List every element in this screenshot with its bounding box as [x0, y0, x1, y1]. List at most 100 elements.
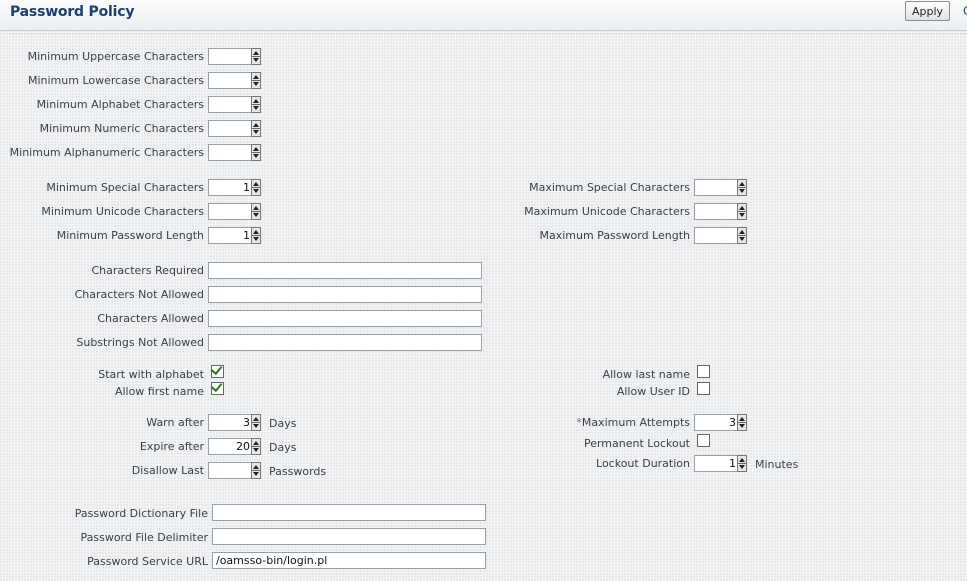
min-lowercase-spinner[interactable]: [208, 72, 262, 89]
spinner-buttons[interactable]: [251, 462, 261, 479]
lockout-duration-label: Lockout Duration: [596, 457, 690, 470]
chars-not-allowed-input[interactable]: [208, 286, 482, 303]
min-length-spinner[interactable]: 1: [208, 227, 262, 244]
header-divider: [10, 33, 967, 34]
spinner-buttons[interactable]: [737, 414, 747, 431]
spin-down-icon[interactable]: [253, 424, 259, 428]
spin-up-icon[interactable]: [253, 147, 259, 151]
max-length-label: Maximum Password Length: [539, 229, 690, 242]
max-unicode-input[interactable]: [694, 203, 740, 220]
disallow-last-spinner[interactable]: [208, 462, 262, 479]
spin-up-icon[interactable]: [739, 458, 745, 462]
spin-down-icon[interactable]: [253, 213, 259, 217]
spin-up-icon[interactable]: [253, 465, 259, 469]
spin-up-icon[interactable]: [739, 230, 745, 234]
spinner-buttons[interactable]: [737, 455, 747, 472]
max-attempts-input[interactable]: 3: [694, 414, 740, 431]
spinner-buttons[interactable]: [251, 96, 261, 113]
max-special-spinner[interactable]: [694, 179, 748, 196]
min-length-input[interactable]: 1: [208, 227, 254, 244]
spinner-buttons[interactable]: [251, 227, 261, 244]
spin-up-icon[interactable]: [739, 182, 745, 186]
warn-after-input[interactable]: 3: [208, 414, 254, 431]
spin-down-icon[interactable]: [739, 237, 745, 241]
checkmark-icon: [210, 379, 223, 393]
spin-up-icon[interactable]: [739, 417, 745, 421]
spin-up-icon[interactable]: [253, 123, 259, 127]
start-with-alphabet-checkbox[interactable]: [210, 362, 224, 378]
spin-up-icon[interactable]: [253, 51, 259, 55]
max-special-input[interactable]: [694, 179, 740, 196]
spin-down-icon[interactable]: [253, 472, 259, 476]
min-alphabet-input[interactable]: [208, 96, 254, 113]
spin-up-icon[interactable]: [739, 206, 745, 210]
spin-down-icon[interactable]: [739, 213, 745, 217]
allow-user-id-checkbox[interactable]: [697, 382, 710, 395]
allow-first-name-checkbox[interactable]: [210, 379, 224, 395]
min-unicode-spinner[interactable]: [208, 203, 262, 220]
spin-up-icon[interactable]: [253, 99, 259, 103]
spin-down-icon[interactable]: [253, 448, 259, 452]
spin-down-icon[interactable]: [253, 189, 259, 193]
spinner-buttons[interactable]: [251, 48, 261, 65]
max-length-spinner[interactable]: [694, 227, 748, 244]
max-unicode-spinner[interactable]: [694, 203, 748, 220]
spin-down-icon[interactable]: [739, 465, 745, 469]
min-special-input[interactable]: 1: [208, 179, 254, 196]
min-numeric-input[interactable]: [208, 120, 254, 137]
lockout-duration-spinner[interactable]: 1: [694, 455, 748, 472]
chars-required-input[interactable]: [208, 262, 482, 279]
min-uppercase-input[interactable]: [208, 48, 254, 65]
spin-up-icon[interactable]: [253, 417, 259, 421]
spin-down-icon[interactable]: [253, 154, 259, 158]
warn-after-spinner[interactable]: 3: [208, 414, 262, 431]
spin-up-icon[interactable]: [253, 441, 259, 445]
service-url-input[interactable]: /oamsso-bin/login.pl: [212, 552, 486, 569]
spin-down-icon[interactable]: [253, 130, 259, 134]
lockout-duration-input[interactable]: 1: [694, 455, 740, 472]
min-special-spinner[interactable]: 1: [208, 179, 262, 196]
spinner-buttons[interactable]: [737, 227, 747, 244]
permanent-lockout-checkbox[interactable]: [697, 434, 710, 447]
allow-last-name-label: Allow last name: [602, 368, 690, 381]
spinner-buttons[interactable]: [737, 179, 747, 196]
spinner-buttons[interactable]: [251, 438, 261, 455]
spinner-buttons[interactable]: [251, 72, 261, 89]
apply-button[interactable]: Apply: [905, 1, 950, 21]
spin-up-icon[interactable]: [253, 75, 259, 79]
spin-up-icon[interactable]: [253, 230, 259, 234]
max-length-input[interactable]: [694, 227, 740, 244]
spin-up-icon[interactable]: [253, 182, 259, 186]
spinner-buttons[interactable]: [737, 203, 747, 220]
min-alphanumeric-input[interactable]: [208, 144, 254, 161]
min-alphanumeric-spinner[interactable]: [208, 144, 262, 161]
expire-after-input[interactable]: 20: [208, 438, 254, 455]
spinner-buttons[interactable]: [251, 144, 261, 161]
spin-down-icon[interactable]: [739, 189, 745, 193]
spin-down-icon[interactable]: [739, 424, 745, 428]
spinner-buttons[interactable]: [251, 203, 261, 220]
allow-last-name-checkbox[interactable]: [697, 365, 710, 378]
permanent-lockout-label: Permanent Lockout: [583, 437, 690, 450]
dictionary-file-input[interactable]: [212, 504, 486, 521]
min-unicode-input[interactable]: [208, 203, 254, 220]
spinner-buttons[interactable]: [251, 179, 261, 196]
min-numeric-spinner[interactable]: [208, 120, 262, 137]
min-lowercase-input[interactable]: [208, 72, 254, 89]
spinner-buttons[interactable]: [251, 414, 261, 431]
file-delimiter-label: Password File Delimiter: [80, 531, 208, 544]
spin-up-icon[interactable]: [253, 206, 259, 210]
expire-after-spinner[interactable]: 20: [208, 438, 262, 455]
substrings-not-allowed-input[interactable]: [208, 334, 482, 351]
min-uppercase-spinner[interactable]: [208, 48, 262, 65]
spin-down-icon[interactable]: [253, 237, 259, 241]
spinner-buttons[interactable]: [251, 120, 261, 137]
spin-down-icon[interactable]: [253, 58, 259, 62]
file-delimiter-input[interactable]: [212, 528, 486, 545]
min-alphabet-spinner[interactable]: [208, 96, 262, 113]
spin-down-icon[interactable]: [253, 106, 259, 110]
chars-allowed-input[interactable]: [208, 310, 482, 327]
max-attempts-spinner[interactable]: 3: [694, 414, 748, 431]
disallow-last-input[interactable]: [208, 462, 254, 479]
spin-down-icon[interactable]: [253, 82, 259, 86]
